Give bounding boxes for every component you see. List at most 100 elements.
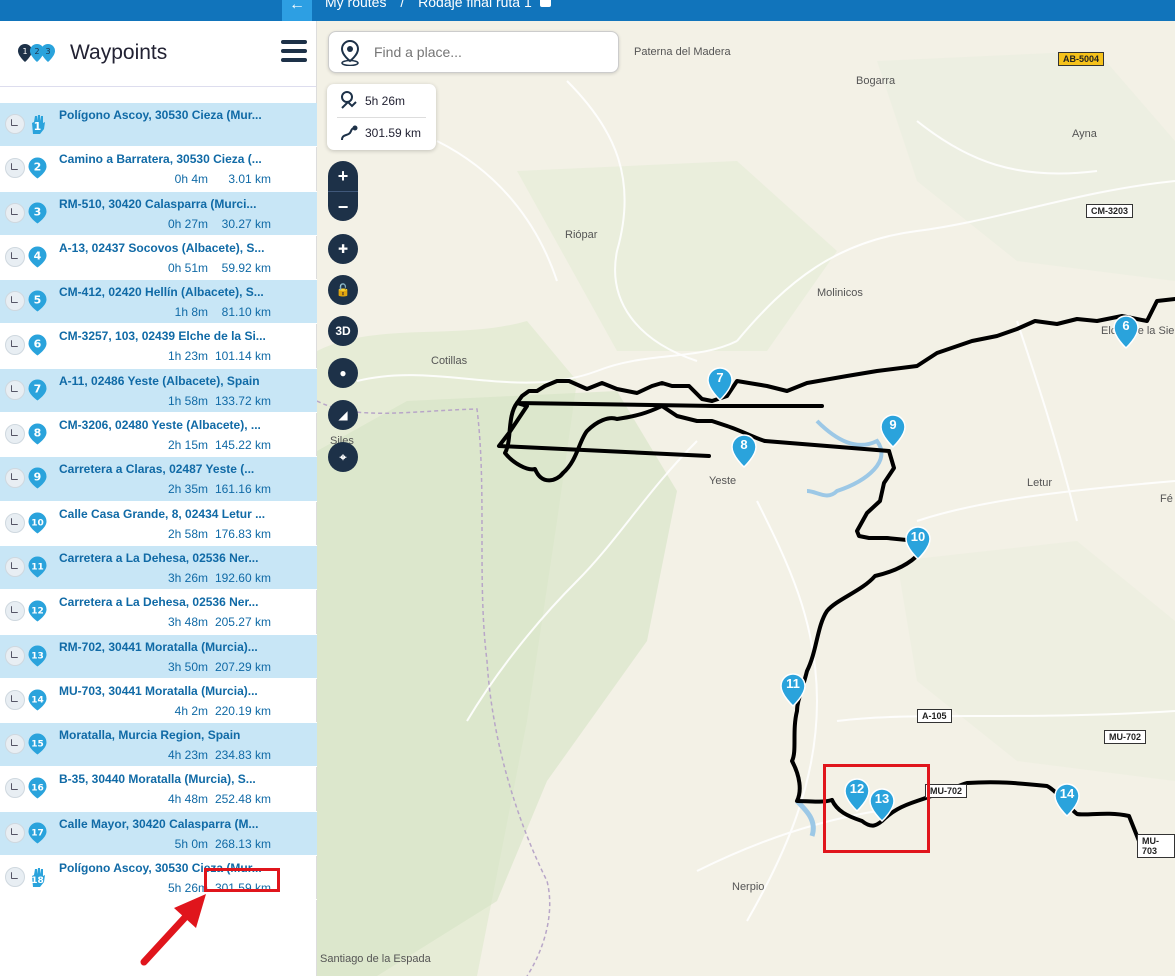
clock-icon[interactable] — [5, 778, 25, 799]
waypoint-row[interactable]: 17 Calle Mayor, 30420 Calasparra (M... 5h … — [0, 811, 317, 857]
waypoint-pin-icon: 15 — [28, 733, 47, 755]
waypoint-address[interactable]: Carretera a La Dehesa, 02536 Ner... — [59, 595, 309, 609]
waypoint-list: 1 Polígono Ascoy, 30530 Cieza (Mur... 2 Cam… — [0, 103, 317, 901]
waypoint-distance: 3.01 km — [228, 172, 271, 187]
clock-icon[interactable] — [5, 822, 25, 843]
waypoint-time: 0h 27m — [167, 216, 208, 231]
map-label-bogarra: Bogarra — [856, 75, 896, 87]
waypoint-address[interactable]: CM-3257, 103, 02439 Elche de la Si... — [59, 329, 309, 343]
clock-icon[interactable] — [5, 114, 25, 134]
waypoint-row[interactable]: 16 B-35, 30440 Moratalla (Murcia), S... 4h… — [0, 767, 317, 812]
waypoint-row[interactable]: 3 RM-510, 30420 Calasparra (Murci... 0h 27… — [0, 191, 317, 236]
add-waypoint-button[interactable]: ✚ — [328, 234, 358, 264]
waypoint-row[interactable]: 1 Polígono Ascoy, 30530 Cieza (Mur... — [0, 103, 317, 148]
map-waypoint-marker[interactable]: 9 — [880, 414, 906, 449]
zoom-out-button[interactable]: − — [328, 191, 358, 221]
waypoint-address[interactable]: Polígono Ascoy, 30530 Cieza (Mur... — [59, 108, 309, 122]
clock-icon[interactable] — [5, 689, 25, 710]
waypoints-logo-icon: 1 2 3 — [18, 44, 55, 62]
map-waypoint-marker[interactable]: 8 — [731, 434, 757, 469]
waypoint-row[interactable]: 7 A-11, 02486 Yeste (Albacete), Spain 1h 5… — [0, 368, 317, 414]
crosshair-icon: ⌖ — [339, 450, 347, 464]
waypoint-address[interactable]: A-13, 02437 Socovos (Albacete), S... — [59, 241, 309, 255]
clock-icon[interactable] — [5, 645, 25, 666]
waypoint-time: 4h 2m — [174, 703, 208, 718]
menu-icon[interactable] — [281, 40, 307, 64]
waypoint-row[interactable]: 14 MU-703, 30441 Moratalla (Murcia)... 4h … — [0, 679, 317, 724]
clock-icon[interactable] — [5, 379, 25, 400]
waypoint-address[interactable]: Carretera a La Dehesa, 02536 Ner... — [59, 551, 309, 565]
map-waypoint-marker[interactable]: 14 — [1054, 783, 1080, 818]
street-view-button[interactable]: ● — [328, 358, 358, 388]
waypoint-number: 6 — [34, 338, 42, 351]
waypoint-time: 1h 23m — [167, 349, 208, 364]
clock-icon[interactable] — [5, 556, 25, 577]
waypoint-number: 2 — [34, 161, 42, 174]
waypoint-row[interactable]: 9 Carretera a Claras, 02487 Yeste (... 2h … — [0, 457, 317, 502]
waypoint-address[interactable]: A-11, 02486 Yeste (Albacete), Spain — [59, 374, 309, 388]
clock-icon[interactable] — [5, 867, 25, 888]
map-waypoint-marker[interactable]: 11 — [780, 673, 806, 708]
clock-icon[interactable] — [5, 734, 25, 755]
waypoint-row[interactable]: 5 CM-412, 02420 Hellín (Albacete), S... 1h… — [0, 280, 317, 325]
waypoint-pin-icon: 11 — [28, 556, 47, 578]
waypoint-time: 4h 23m — [167, 748, 208, 763]
search-input[interactable] — [374, 44, 604, 60]
clock-icon[interactable] — [5, 158, 25, 179]
waypoint-number: 17 — [31, 828, 44, 838]
waypoint-address[interactable]: Moratalla, Murcia Region, Spain — [59, 728, 309, 742]
clock-icon[interactable] — [5, 601, 25, 622]
zoom-in-button[interactable]: + — [328, 161, 358, 191]
3d-button[interactable]: 3D — [328, 316, 358, 346]
back-button[interactable]: ← — [282, 0, 312, 21]
waypoint-row[interactable]: 2 Camino a Barratera, 30530 Cieza (... 0h … — [0, 147, 317, 192]
waypoint-distance: 176.83 km — [214, 526, 271, 541]
waypoint-address[interactable]: Camino a Barratera, 30530 Cieza (... — [59, 152, 309, 166]
map-waypoint-number: 8 — [740, 437, 748, 452]
waypoint-row[interactable]: 10 Calle Casa Grande, 8, 02434 Letur ... 2… — [0, 502, 317, 546]
waypoint-number: 15 — [31, 740, 44, 750]
elevation-profile-button[interactable]: ◢ — [328, 400, 358, 430]
clock-icon[interactable] — [5, 202, 25, 223]
zoom-control: + − — [328, 161, 358, 221]
waypoint-pin-icon: 13 — [28, 645, 47, 667]
waypoint-row[interactable]: 13 RM-702, 30441 Moratalla (Murcia)... 3h … — [0, 634, 317, 679]
waypoint-address[interactable]: Calle Mayor, 30420 Calasparra (M... — [59, 817, 309, 831]
place-search[interactable] — [328, 31, 619, 73]
clock-icon[interactable] — [5, 468, 25, 489]
lock-button[interactable]: 🔓 — [328, 275, 358, 305]
waypoint-pin-icon: 10 — [28, 512, 47, 534]
waypoint-number: 8 — [34, 427, 42, 440]
waypoint-address[interactable]: CM-412, 02420 Hellín (Albacete), S... — [59, 285, 309, 299]
waypoint-row[interactable]: 11 Carretera a La Dehesa, 02536 Ner... 3h … — [0, 545, 317, 591]
clock-icon[interactable] — [5, 246, 25, 267]
waypoint-address[interactable]: B-35, 30440 Moratalla (Murcia), S... — [59, 772, 309, 786]
waypoint-row[interactable]: 15 Moratalla, Murcia Region, Spain 4h 23m 2… — [0, 723, 317, 768]
map-waypoint-marker[interactable]: 7 — [707, 367, 733, 402]
waypoint-address[interactable]: Carretera a Claras, 02487 Yeste (... — [59, 462, 309, 476]
waypoint-address[interactable]: RM-702, 30441 Moratalla (Murcia)... — [59, 640, 309, 654]
map-waypoint-marker[interactable]: 10 — [905, 526, 931, 561]
map-waypoint-marker[interactable]: 6 — [1113, 315, 1139, 350]
waypoint-row[interactable]: 8 CM-3206, 02480 Yeste (Albacete), ... 2h … — [0, 413, 317, 458]
locate-me-button[interactable]: ⌖ — [328, 442, 358, 472]
waypoint-row[interactable]: 4 A-13, 02437 Socovos (Albacete), S... 0h … — [0, 236, 317, 281]
road-sign-cm3203: CM-3203 — [1086, 204, 1134, 218]
waypoint-number: 5 — [34, 294, 42, 307]
edit-icon[interactable] — [539, 0, 551, 7]
map-view[interactable]: Paterna del Madera Bogarra Ayna Riópar M… — [317, 21, 1175, 976]
clock-icon[interactable] — [5, 512, 25, 533]
clock-icon[interactable] — [5, 291, 25, 312]
waypoint-row[interactable]: 6 CM-3257, 103, 02439 Elche de la Si... 1h… — [0, 324, 317, 369]
waypoint-address[interactable]: RM-510, 30420 Calasparra (Murci... — [59, 197, 309, 211]
waypoint-address[interactable]: MU-703, 30441 Moratalla (Murcia)... — [59, 684, 309, 698]
waypoint-row[interactable]: 12 Carretera a La Dehesa, 02536 Ner... 3h … — [0, 590, 317, 635]
hand-icon: 18 — [31, 868, 45, 888]
clock-icon[interactable] — [5, 335, 25, 356]
lock-icon: 🔓 — [335, 283, 351, 297]
clock-icon[interactable] — [5, 424, 25, 445]
breadcrumb-my-routes[interactable]: My routes — [325, 0, 386, 10]
waypoint-address[interactable]: CM-3206, 02480 Yeste (Albacete), ... — [59, 418, 309, 432]
waypoint-address[interactable]: Calle Casa Grande, 8, 02434 Letur ... — [59, 507, 309, 521]
waypoint-distance: 161.16 km — [214, 482, 271, 497]
